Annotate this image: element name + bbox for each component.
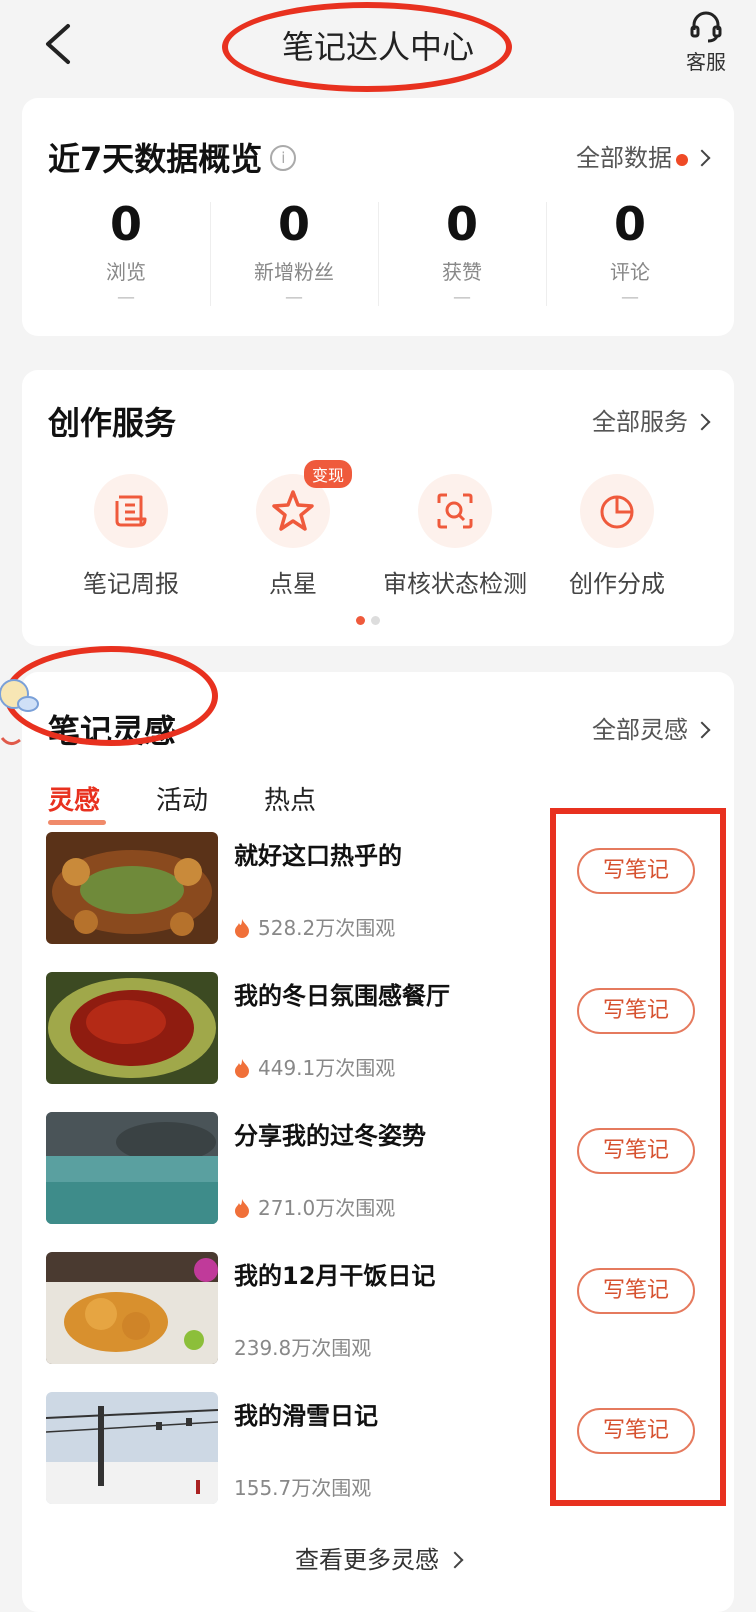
flame-icon: [235, 918, 249, 938]
service-note-weekly-report[interactable]: 笔记周报: [50, 474, 212, 599]
stat-change: —: [117, 287, 135, 308]
thumbnail-image: [46, 832, 218, 944]
title-annotation-circle: [222, 2, 512, 92]
service-review-status-check[interactable]: 审核状态检测: [374, 474, 536, 599]
service-label: 笔记周报: [83, 570, 179, 598]
item-views-text: 155.7万次围观: [234, 1476, 372, 1500]
item-title: 就好这口热乎的: [234, 842, 402, 870]
customer-service-button[interactable]: 客服: [676, 10, 736, 75]
scan-search-icon: [418, 474, 492, 548]
write-buttons-annotation-box: [550, 808, 726, 1506]
stat-label: 新增粉丝: [254, 260, 334, 284]
pie-chart-icon: [580, 474, 654, 548]
stat-views[interactable]: 0 浏览 —: [42, 198, 210, 308]
stat-label: 浏览: [106, 260, 146, 284]
item-views-text: 239.8万次围观: [234, 1336, 372, 1360]
stat-likes[interactable]: 0 获赞 —: [378, 198, 546, 308]
item-title: 我的冬日氛围感餐厅: [234, 982, 450, 1010]
page-dot-active: [356, 616, 365, 625]
chevron-right-icon: [693, 413, 711, 431]
stat-label: 获赞: [442, 260, 482, 284]
mascot-icon: [0, 679, 39, 745]
stat-new-followers[interactable]: 0 新增粉丝 —: [210, 198, 378, 308]
tab-inspiration[interactable]: 灵感: [48, 780, 107, 825]
see-more-inspiration-link[interactable]: 查看更多灵感: [0, 1540, 756, 1575]
service-label: 创作分成: [569, 570, 665, 598]
stat-change: —: [285, 287, 303, 308]
all-services-link[interactable]: 全部服务: [592, 402, 711, 437]
item-views-text: 449.1万次围观: [258, 1056, 396, 1080]
item-views-text: 271.0万次围观: [258, 1196, 396, 1220]
stat-label: 评论: [610, 260, 650, 284]
data-overview-card: 近7天数据概览 i 全部数据 0 浏览 — 0 新增粉丝 — 0 获赞 — 0 评…: [22, 98, 734, 336]
creation-services-card: 创作服务 全部服务 笔记周报 变现 点星 审核状态检测 创作分成: [22, 370, 734, 646]
all-data-link[interactable]: 全部数据: [576, 138, 711, 173]
item-views-text: 528.2万次围观: [258, 916, 396, 940]
stat-value: 0: [109, 197, 142, 251]
stat-value: 0: [445, 197, 478, 251]
item-title: 我的12月干饭日记: [234, 1262, 436, 1290]
chevron-right-icon: [693, 149, 711, 167]
stats-row: 0 浏览 — 0 新增粉丝 — 0 获赞 — 0 评论 —: [42, 198, 714, 308]
flame-icon: [235, 1058, 249, 1078]
top-bar: 笔记达人中心 客服: [0, 0, 756, 96]
all-services-label: 全部服务: [592, 408, 688, 436]
item-views: 271.0万次围观: [234, 1192, 395, 1221]
item-views: 528.2万次围观: [234, 912, 395, 941]
service-creation-revenue-share[interactable]: 创作分成: [536, 474, 698, 599]
page-indicator: [356, 610, 386, 629]
flame-icon: [235, 1198, 249, 1218]
headset-icon: [690, 11, 722, 43]
item-title: 我的滑雪日记: [234, 1402, 378, 1430]
overview-title: 近7天数据概览 i: [48, 134, 297, 180]
all-inspiration-label: 全部灵感: [592, 716, 688, 744]
item-views: 449.1万次围观: [234, 1052, 395, 1081]
stat-comments[interactable]: 0 评论 —: [546, 198, 714, 308]
thumbnail-image: [46, 1252, 218, 1364]
stat-value: 0: [613, 197, 646, 251]
see-more-label: 查看更多灵感: [295, 1546, 439, 1574]
service-label: 审核状态检测: [383, 570, 527, 598]
chevron-right-icon: [693, 721, 711, 739]
service-dianxing[interactable]: 变现 点星: [212, 460, 374, 599]
chevron-right-icon: [446, 1551, 464, 1569]
services-title: 创作服务: [48, 404, 177, 442]
info-icon[interactable]: i: [270, 145, 297, 171]
item-title: 分享我的过冬姿势: [234, 1122, 426, 1150]
notification-dot: [676, 154, 688, 166]
services-row: 笔记周报 变现 点星 审核状态检测 创作分成: [22, 460, 734, 599]
page-dot: [371, 616, 380, 625]
tab-hot-topics[interactable]: 热点: [264, 780, 316, 817]
report-icon: [94, 474, 168, 548]
monetize-badge: 变现: [304, 460, 353, 488]
stat-change: —: [453, 287, 471, 308]
service-label: 点星: [269, 570, 317, 598]
thumbnail-image: [46, 1392, 218, 1504]
all-data-label: 全部数据: [576, 144, 672, 172]
stat-change: —: [621, 287, 639, 308]
thumbnail-image: [46, 972, 218, 1084]
customer-service-label: 客服: [686, 50, 726, 74]
all-inspiration-link[interactable]: 全部灵感: [592, 710, 711, 745]
tab-activities[interactable]: 活动: [156, 780, 208, 817]
thumbnail-image: [46, 1112, 218, 1224]
stat-value: 0: [277, 197, 310, 251]
overview-title-text: 近7天数据概览: [48, 140, 263, 178]
inspiration-tabs: 灵感 活动 热点: [48, 780, 372, 825]
